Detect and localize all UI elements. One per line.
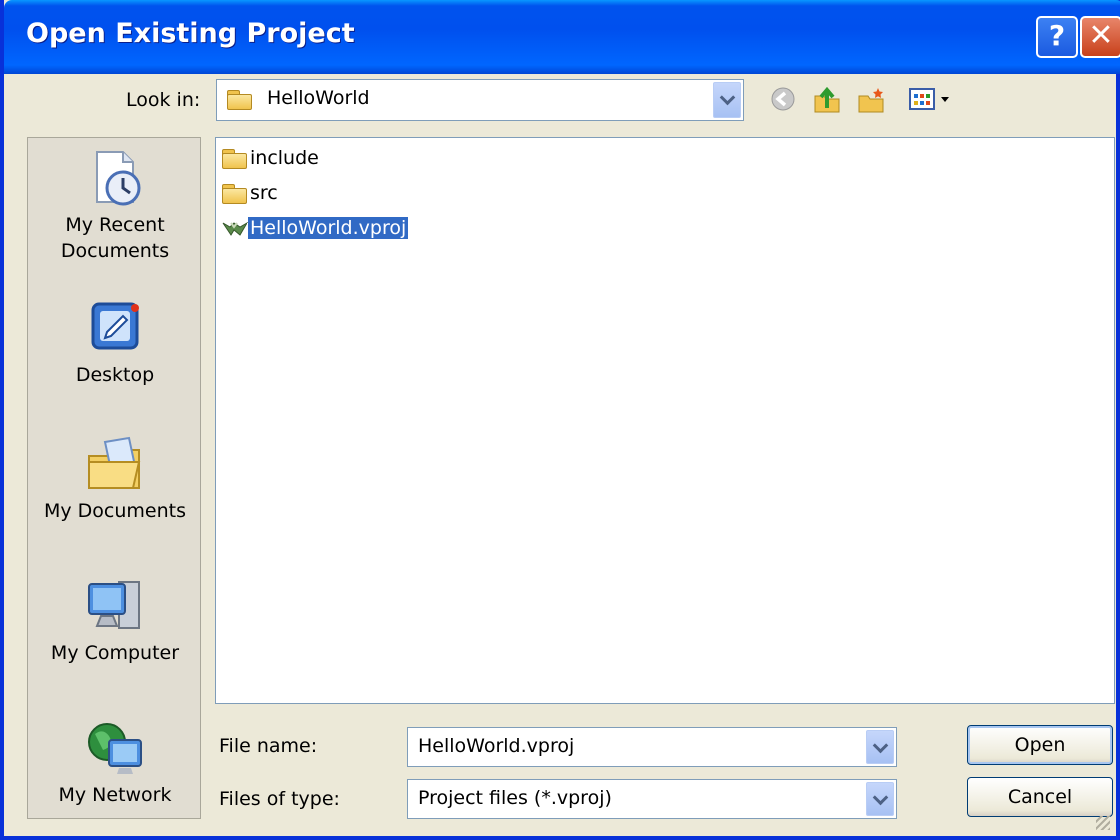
dialog-title: Open Existing Project <box>26 18 355 49</box>
my-documents-icon <box>83 434 147 496</box>
file-name-combobox[interactable]: HelloWorld.vproj <box>407 727 897 767</box>
file-name-value: HelloWorld.vproj <box>418 735 575 757</box>
views-menu-icon[interactable] <box>908 84 954 114</box>
files-of-type-combobox[interactable]: Project files (*.vproj) <box>407 779 897 819</box>
place-my-computer[interactable]: My Computer <box>28 576 200 666</box>
place-label: My Computer <box>50 642 180 664</box>
file-name: include <box>250 147 319 169</box>
up-folder-icon[interactable] <box>812 84 842 114</box>
open-button[interactable]: Open <box>967 725 1113 765</box>
place-my-recent-documents[interactable]: My Recent Documents <box>28 148 200 264</box>
files-of-type-value: Project files (*.vproj) <box>418 787 612 809</box>
place-label: Desktop <box>75 364 155 386</box>
file-name: src <box>250 182 278 204</box>
file-list[interactable]: include src HelloWorld.vproj <box>215 137 1115 704</box>
folder-icon <box>227 90 253 110</box>
files-of-type-label: Files of type: <box>219 788 340 810</box>
files-of-type-dropdown-arrow[interactable] <box>866 782 894 816</box>
folder-icon <box>222 148 248 169</box>
place-desktop[interactable]: Desktop <box>28 298 200 388</box>
place-label: My Recent <box>65 214 165 236</box>
list-item-folder[interactable]: include <box>222 144 321 172</box>
title-bar[interactable]: Open Existing Project ? ✕ <box>4 0 1120 74</box>
file-name-label: File name: <box>219 735 318 757</box>
places-bar: My Recent Documents Desktop My Documents… <box>27 137 201 819</box>
help-button[interactable]: ? <box>1036 16 1078 58</box>
list-item-folder[interactable]: src <box>222 179 280 207</box>
look-in-dropdown-arrow[interactable] <box>713 82 741 118</box>
resize-grip[interactable] <box>1096 816 1110 830</box>
recent-documents-icon <box>83 148 147 210</box>
file-name: HelloWorld.vproj <box>246 216 410 240</box>
place-label: My Documents <box>43 500 186 522</box>
project-file-icon <box>222 219 249 239</box>
list-item-project-file[interactable]: HelloWorld.vproj <box>222 214 410 242</box>
place-my-network[interactable]: My Network <box>28 718 200 808</box>
place-my-documents[interactable]: My Documents <box>28 434 200 524</box>
place-label: My Network <box>58 784 172 806</box>
look-in-label: Look in: <box>126 89 201 111</box>
desktop-icon <box>83 298 147 360</box>
open-project-dialog: Open Existing Project ? ✕ Look in: Hello… <box>0 0 1120 840</box>
folder-icon <box>222 183 248 204</box>
look-in-combobox[interactable]: HelloWorld <box>216 79 744 121</box>
my-network-icon <box>83 718 147 780</box>
back-icon[interactable] <box>768 84 798 114</box>
cancel-button[interactable]: Cancel <box>967 777 1113 817</box>
place-label: Documents <box>60 240 170 262</box>
file-name-dropdown-arrow[interactable] <box>866 730 894 764</box>
my-computer-icon <box>83 576 147 638</box>
look-in-value: HelloWorld <box>267 87 370 109</box>
close-button[interactable]: ✕ <box>1080 16 1120 58</box>
new-folder-icon[interactable] <box>856 84 886 114</box>
